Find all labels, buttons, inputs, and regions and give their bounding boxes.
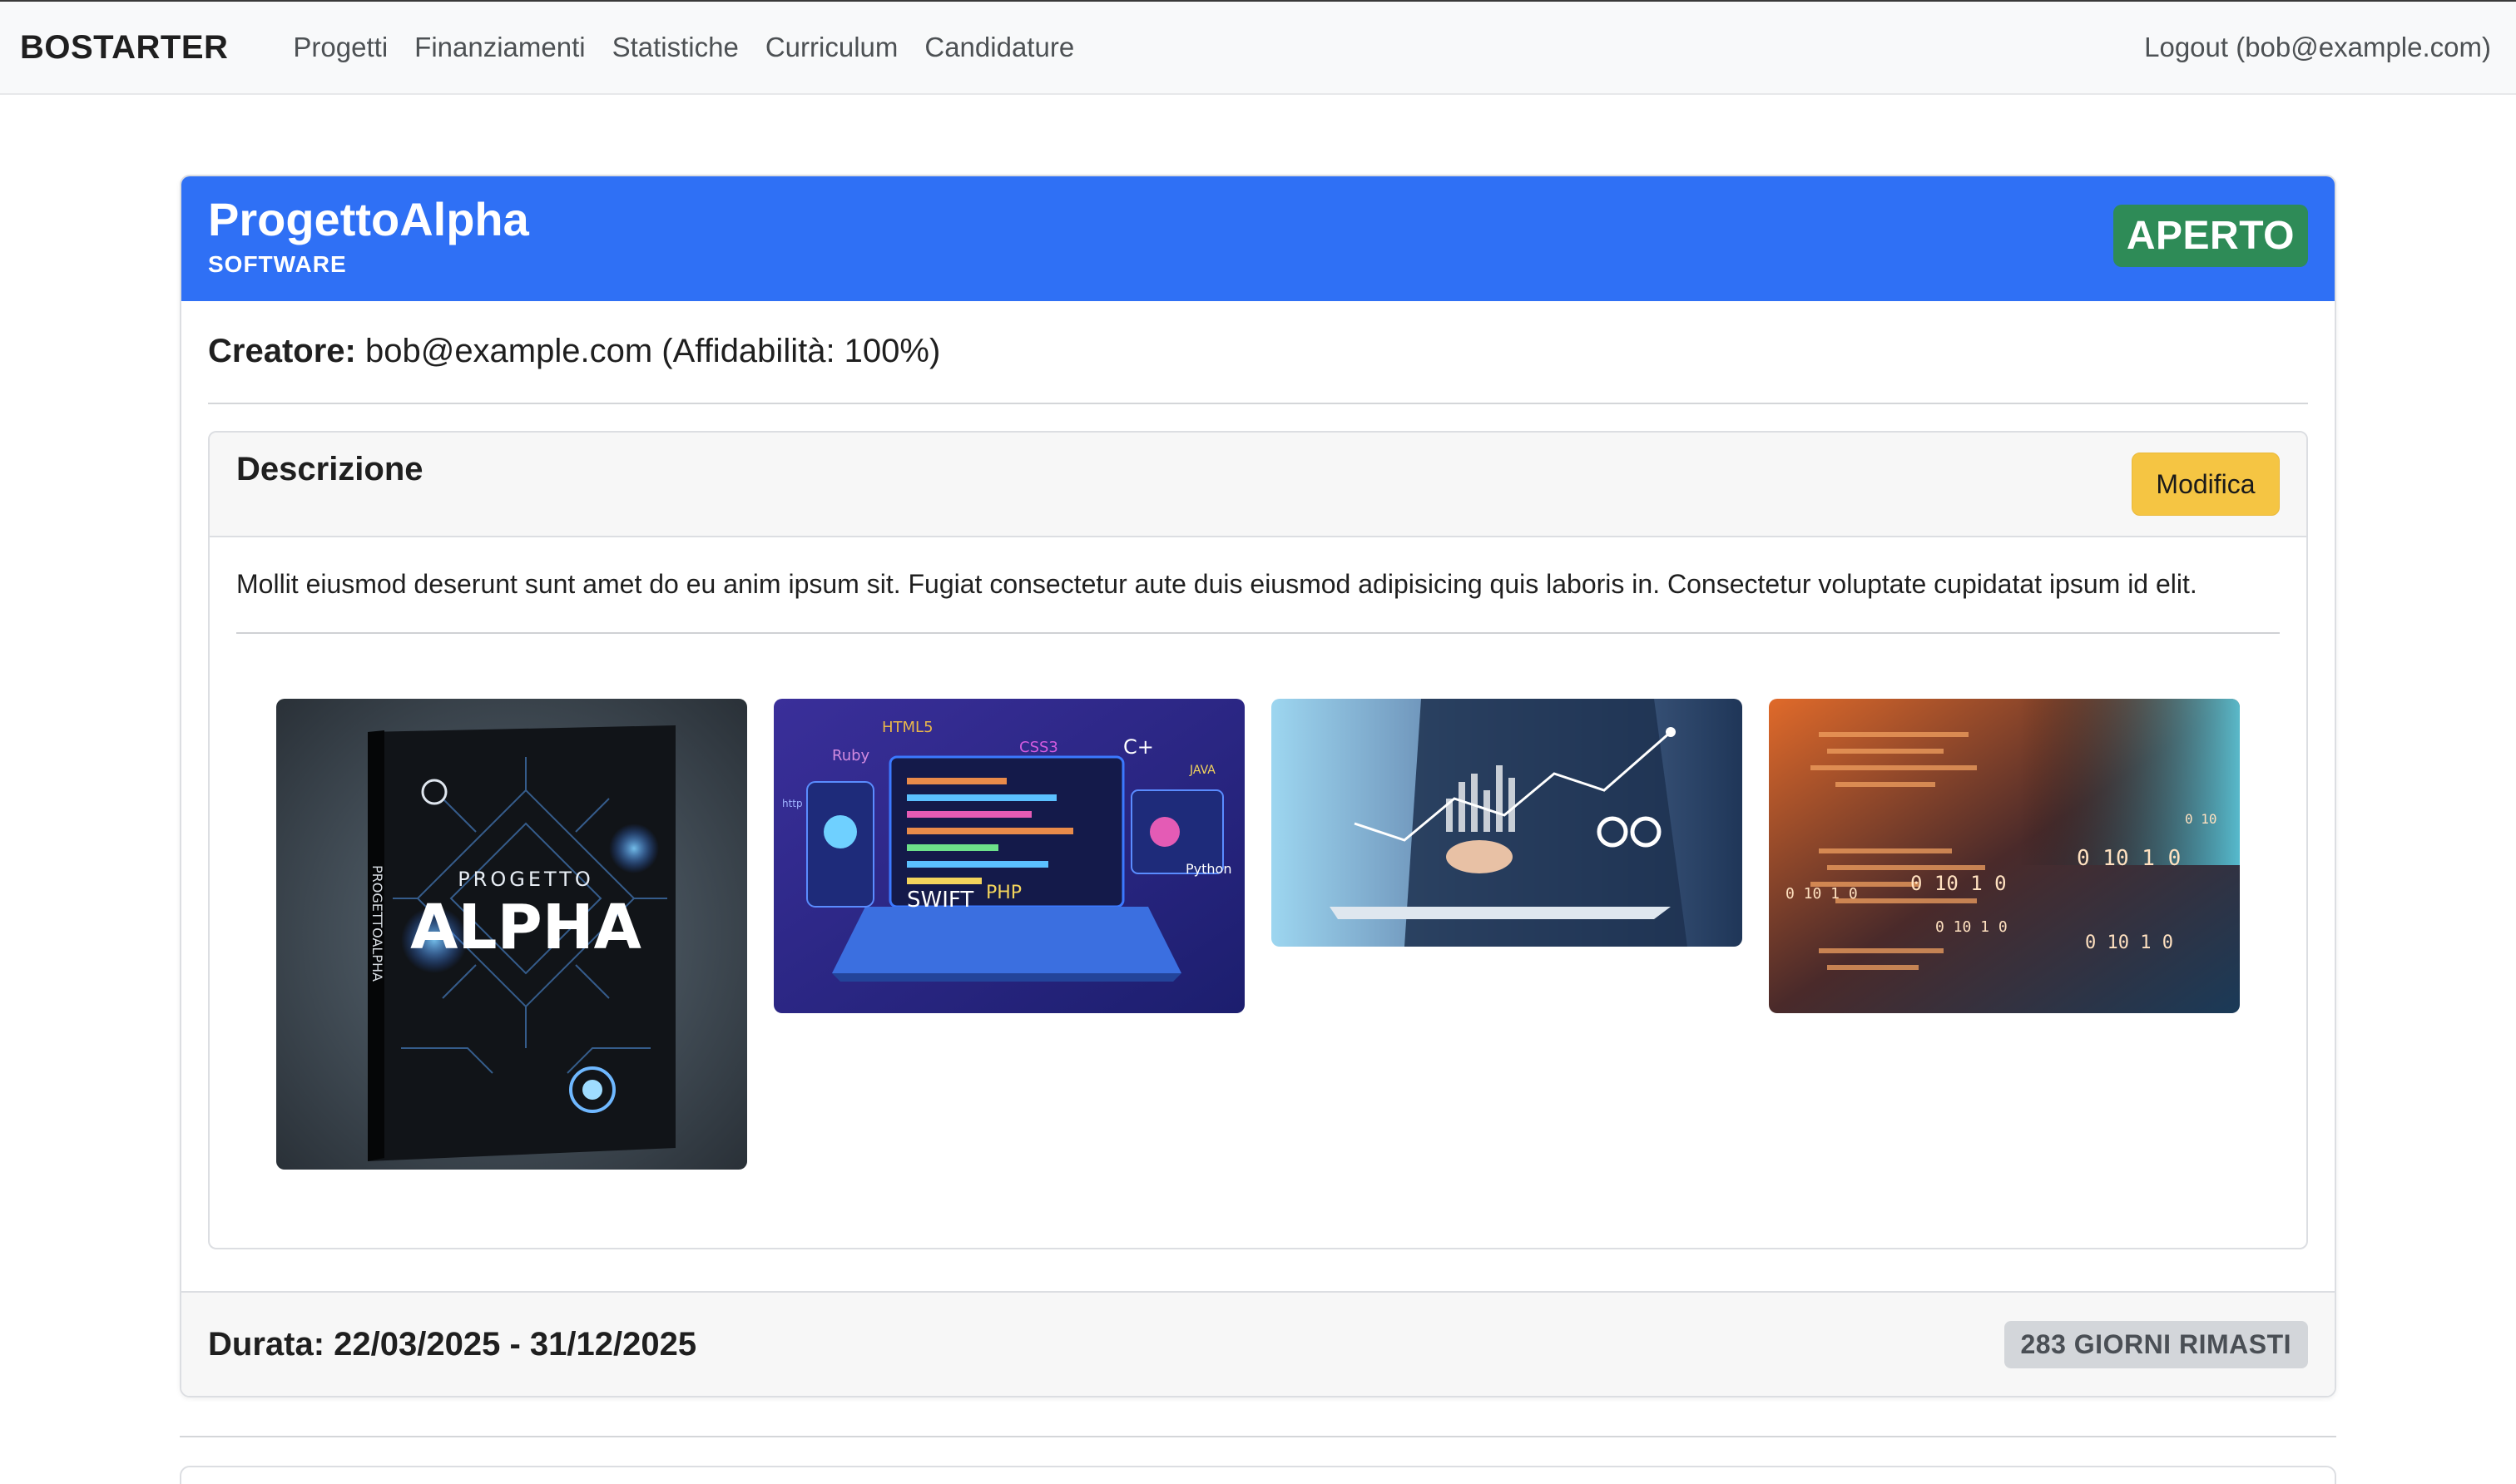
days-left-badge: 283 GIORNI RIMASTI — [2003, 1320, 2308, 1368]
nav-link-progetti[interactable]: Progetti — [293, 32, 388, 63]
tag-swift: SWIFT — [907, 888, 973, 913]
creator-info: Creatore: bob@example.com (Affidabilità:… — [208, 333, 940, 370]
cover-big-text: ALPHA — [410, 892, 641, 963]
project-title: ProgettoAlpha — [208, 193, 529, 245]
gallery-image-laptop[interactable]: HTML5 CSS3 C+ Ruby JAVA SWIFT PHP Python… — [774, 699, 1245, 1013]
edit-button[interactable]: Modifica — [2132, 453, 2280, 516]
top-navbar: BOSTARTER Progetti Finanziamenti Statist… — [0, 0, 2516, 95]
brand-logo[interactable]: BOSTARTER — [20, 29, 228, 67]
project-category: SOFTWARE — [208, 251, 347, 277]
cover-small-text: PROGETTO — [458, 868, 594, 891]
cover-spine-text: PROGETTOALPHA — [369, 865, 385, 982]
project-duration: Durata: 22/03/2025 - 31/12/2025 — [208, 1325, 697, 1363]
divider — [236, 632, 2280, 634]
divider — [180, 1436, 2336, 1437]
binary-line-4: 0 10 1 0 — [2085, 932, 2173, 953]
gallery-image-analytics[interactable] — [1271, 699, 1742, 947]
binary-line-1: 0 10 1 0 — [2077, 846, 2181, 871]
description-text: Mollit eiusmod deserunt sunt amet do eu … — [236, 569, 2197, 599]
creator-value: bob@example.com (Affidabilità: 100%) — [364, 333, 941, 369]
nav-link-finanziamenti[interactable]: Finanziamenti — [414, 32, 585, 63]
tag-html5: HTML5 — [882, 719, 934, 736]
nav-link-curriculum[interactable]: Curriculum — [765, 32, 899, 63]
tag-http: http — [782, 798, 803, 809]
gallery-image-cover[interactable]: PROGETTO ALPHA PROGETTOALPHA — [276, 699, 747, 1170]
project-header: ProgettoAlpha SOFTWARE APERTO — [181, 176, 2335, 301]
tag-ruby: Ruby — [832, 747, 870, 764]
creator-label: Creatore: — [208, 333, 356, 369]
tag-python: Python — [1186, 861, 1231, 877]
binary-line-3: 0 10 1 0 — [1910, 872, 2007, 895]
nav-link-statistiche[interactable]: Statistiche — [612, 32, 739, 63]
description-card: Descrizione Modifica Mollit eiusmod dese… — [208, 431, 2308, 1249]
status-badge: APERTO — [2112, 205, 2308, 267]
divider — [208, 403, 2308, 404]
nav-links: Progetti Finanziamenti Statistiche Curri… — [293, 32, 1074, 63]
tag-css3: CSS3 — [1019, 739, 1058, 756]
binary-line-5: 0 10 1 0 — [1935, 918, 2008, 936]
image-gallery: PROGETTO ALPHA PROGETTOALPHA HTML5 CSS3 … — [276, 699, 2243, 1181]
description-header: Descrizione Modifica — [210, 433, 2306, 537]
tag-java: JAVA — [1189, 764, 1216, 777]
nav-link-candidature[interactable]: Candidature — [924, 32, 1074, 63]
binary-line-2: 0 10 1 0 — [1785, 885, 1858, 903]
project-footer: Durata: 22/03/2025 - 31/12/2025 283 GIOR… — [181, 1291, 2335, 1396]
logout-link[interactable]: Logout (bob@example.com) — [2144, 32, 2496, 63]
tag-php: PHP — [986, 883, 1022, 903]
binary-line-6: 0 10 — [2185, 811, 2217, 827]
description-title: Descrizione — [236, 451, 423, 487]
next-section-card — [180, 1466, 2336, 1484]
gallery-image-code[interactable]: 0 10 1 0 0 10 1 0 0 10 1 0 0 10 1 0 0 10… — [1769, 699, 2240, 1013]
project-card: ProgettoAlpha SOFTWARE APERTO Creatore: … — [180, 175, 2336, 1397]
tag-cplus: C+ — [1123, 735, 1154, 759]
